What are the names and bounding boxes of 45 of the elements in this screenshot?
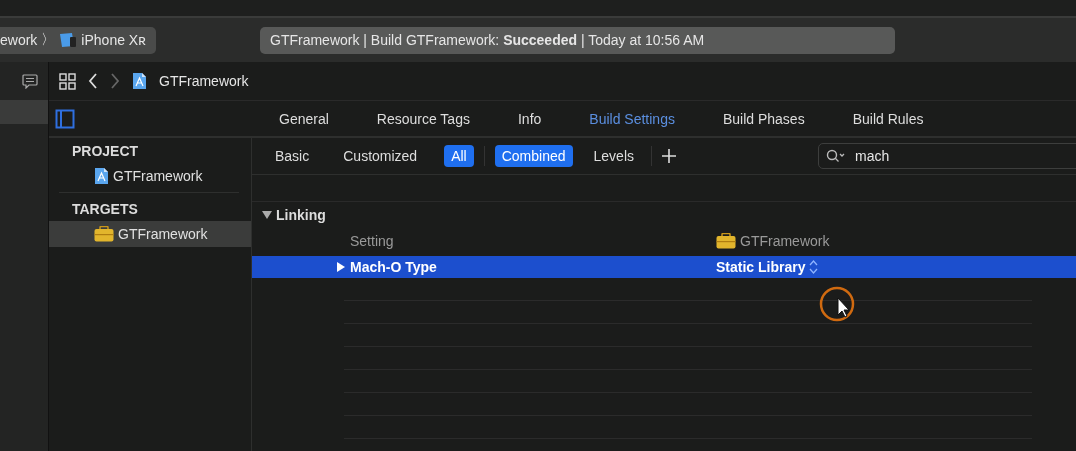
section-header: TARGETS bbox=[71, 200, 139, 219]
disclosure-icon[interactable] bbox=[336, 262, 346, 272]
filter-button[interactable]: Basic bbox=[268, 145, 317, 167]
path-separator: 〉 bbox=[41, 31, 56, 49]
cursor-icon bbox=[818, 285, 856, 323]
setting-row[interactable]: Mach-O Type Static Library bbox=[252, 256, 1076, 278]
comment-icon[interactable] bbox=[22, 73, 38, 89]
search-field[interactable]: mach bbox=[818, 143, 1076, 169]
filter-button[interactable]: All bbox=[444, 145, 474, 167]
sidebar-item[interactable]: GTFramework bbox=[49, 163, 251, 189]
back-icon[interactable] bbox=[88, 73, 98, 89]
navigator-selection bbox=[0, 100, 48, 124]
setting-name: Mach-O Type bbox=[350, 259, 437, 275]
section-title: Linking bbox=[276, 207, 326, 223]
add-icon[interactable] bbox=[662, 149, 676, 163]
sidebar-toggle-icon[interactable] bbox=[55, 108, 75, 129]
search-icon bbox=[826, 149, 846, 163]
stepper-icon[interactable] bbox=[809, 260, 819, 274]
scheme-selector[interactable]: ework 〉 iPhone Xʀ bbox=[0, 26, 156, 54]
sidebar-item[interactable]: GTFramework bbox=[49, 221, 251, 247]
view-mode-button[interactable]: Levels bbox=[586, 145, 641, 167]
briefcase-icon bbox=[94, 226, 114, 242]
tab[interactable]: Build Settings bbox=[589, 110, 675, 127]
activity-status: GTFramework | Build GTFramework: Succeeded | Today at 10:56 AM bbox=[260, 26, 895, 54]
device-icon bbox=[59, 32, 78, 48]
briefcase-icon bbox=[716, 232, 736, 249]
tab[interactable]: General bbox=[279, 110, 329, 127]
grid-icon[interactable] bbox=[59, 72, 76, 90]
filter-button[interactable]: Customized bbox=[336, 145, 425, 167]
section-header: PROJECT bbox=[71, 142, 140, 161]
tab[interactable]: Info bbox=[517, 110, 542, 127]
tab[interactable]: Resource Tags bbox=[376, 110, 470, 127]
scheme-name: ework bbox=[0, 32, 38, 48]
device-name: iPhone Xʀ bbox=[81, 32, 146, 48]
forward-icon[interactable] bbox=[110, 73, 120, 89]
tab[interactable]: Build Rules bbox=[852, 110, 924, 127]
project-file-icon bbox=[132, 72, 147, 90]
setting-value[interactable]: Static Library bbox=[716, 259, 806, 275]
view-mode-button[interactable]: Combined bbox=[494, 145, 573, 167]
disclosure-icon[interactable] bbox=[262, 210, 272, 220]
breadcrumb-item[interactable]: GTFramework bbox=[159, 73, 249, 89]
column-header: GTFramework bbox=[740, 232, 830, 249]
project-file-icon bbox=[94, 167, 109, 185]
tab[interactable]: Build Phases bbox=[722, 110, 805, 127]
column-header: Setting bbox=[349, 232, 394, 249]
